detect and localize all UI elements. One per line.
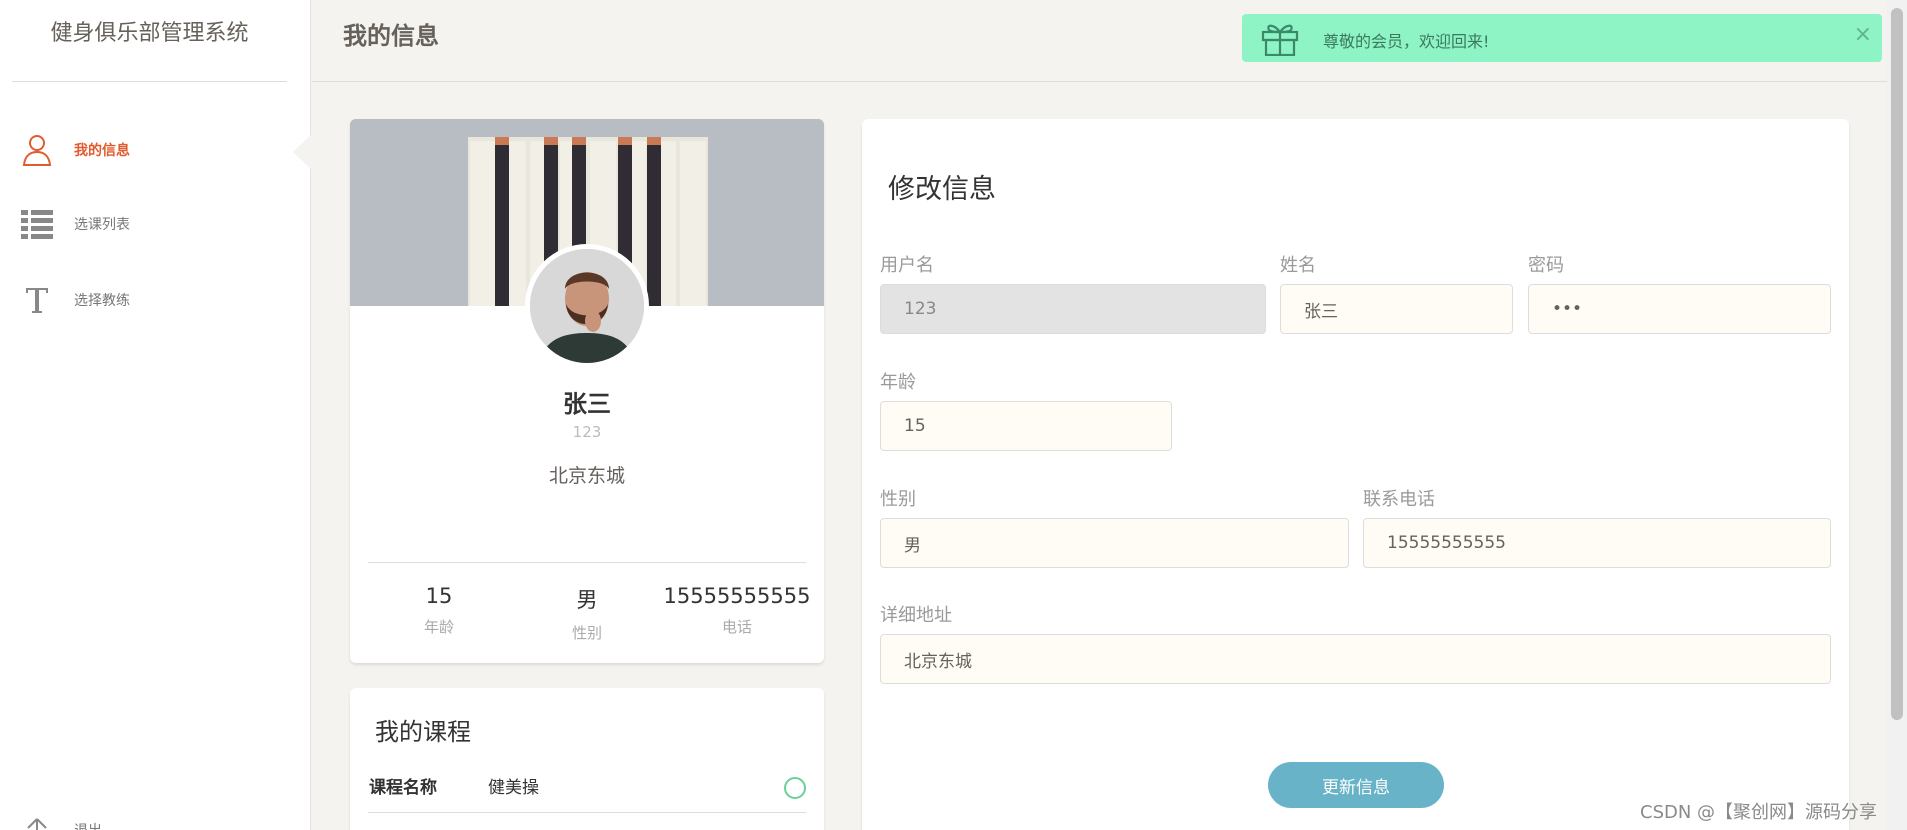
page-title: 我的信息 <box>343 22 439 50</box>
stat-phone: 15555555555 电话 <box>662 584 812 637</box>
stat-value: 15555555555 <box>663 584 811 608</box>
username-label: 用户名 <box>880 255 934 276</box>
course-status-icon[interactable] <box>784 777 806 799</box>
sidebar-item-course-list[interactable]: 选课列表 <box>0 194 311 254</box>
gender-label: 性别 <box>880 489 916 510</box>
username-field[interactable] <box>880 284 1266 334</box>
user-icon <box>20 133 54 167</box>
stat-age: 15 年龄 <box>364 584 514 637</box>
address-field[interactable] <box>880 634 1831 684</box>
profile-card: 张三 123 北京东城 15 年龄 男 性别 15555555555 电话 <box>350 119 824 663</box>
sidebar-item-label: 选择教练 <box>74 293 130 309</box>
close-icon[interactable]: × <box>1854 22 1872 47</box>
stat-value: 15 <box>425 584 453 608</box>
stat-value: 男 <box>576 588 598 612</box>
sidebar-item-my-info[interactable]: 我的信息 <box>0 120 311 180</box>
gender-field[interactable] <box>880 518 1349 568</box>
update-info-button[interactable]: 更新信息 <box>1268 762 1444 808</box>
course-name-label: 课程名称 <box>369 778 437 798</box>
welcome-alert: 尊敬的会员，欢迎回来! × <box>1242 14 1882 62</box>
phone-label: 联系电话 <box>1363 489 1435 510</box>
name-field[interactable] <box>1280 284 1513 334</box>
gift-icon <box>1260 20 1300 57</box>
profile-username: 123 <box>572 423 602 441</box>
sidebar-item-select-coach[interactable]: 选择教练 <box>0 270 311 330</box>
name-label: 姓名 <box>1280 255 1316 276</box>
sidebar-item-label: 选课列表 <box>74 217 130 233</box>
form-title: 修改信息 <box>888 174 996 205</box>
divider <box>368 562 806 563</box>
stat-label: 年龄 <box>423 618 454 636</box>
phone-field[interactable] <box>1363 518 1831 568</box>
edit-info-card: 修改信息 用户名 姓名 密码 年龄 性别 联系电话 详细地址 更新信息 <box>862 119 1849 830</box>
app-title: 健身俱乐部管理系统 <box>12 0 287 82</box>
header: 我的信息 尊敬的会员，欢迎回来! × <box>312 0 1887 82</box>
password-label: 密码 <box>1528 255 1564 276</box>
stat-label: 性别 <box>571 624 602 642</box>
avatar <box>525 244 649 368</box>
address-label: 详细地址 <box>880 605 952 626</box>
course-name-value: 健美操 <box>488 778 539 798</box>
arrow-up-icon <box>20 813 54 830</box>
sidebar-item-label: 退出 <box>74 820 102 830</box>
age-label: 年龄 <box>880 372 916 393</box>
age-field[interactable] <box>880 401 1172 451</box>
list-icon <box>20 207 54 241</box>
profile-name: 张三 <box>563 390 611 418</box>
stat-label: 电话 <box>721 618 752 636</box>
my-courses-card: 我的课程 课程名称 健美操 <box>350 688 824 830</box>
sidebar-item-label: 我的信息 <box>74 143 130 159</box>
sidebar: 健身俱乐部管理系统 我的信息 选课列表 选择教练 退出 <box>0 0 311 830</box>
courses-title: 我的课程 <box>375 718 471 746</box>
text-t-icon <box>20 283 54 317</box>
profile-address: 北京东城 <box>548 465 625 487</box>
stat-gender: 男 性别 <box>512 584 662 643</box>
sidebar-item-logout[interactable]: 退出 <box>0 800 311 830</box>
divider <box>368 812 806 813</box>
alert-message: 尊敬的会员，欢迎回来! <box>1323 32 1490 51</box>
page-scrollbar[interactable] <box>1887 0 1907 830</box>
password-field[interactable] <box>1528 284 1831 334</box>
active-indicator <box>293 135 311 169</box>
scrollbar-thumb[interactable] <box>1891 8 1903 720</box>
watermark: CSDN @【聚创网】源码分享 <box>1640 802 1878 823</box>
